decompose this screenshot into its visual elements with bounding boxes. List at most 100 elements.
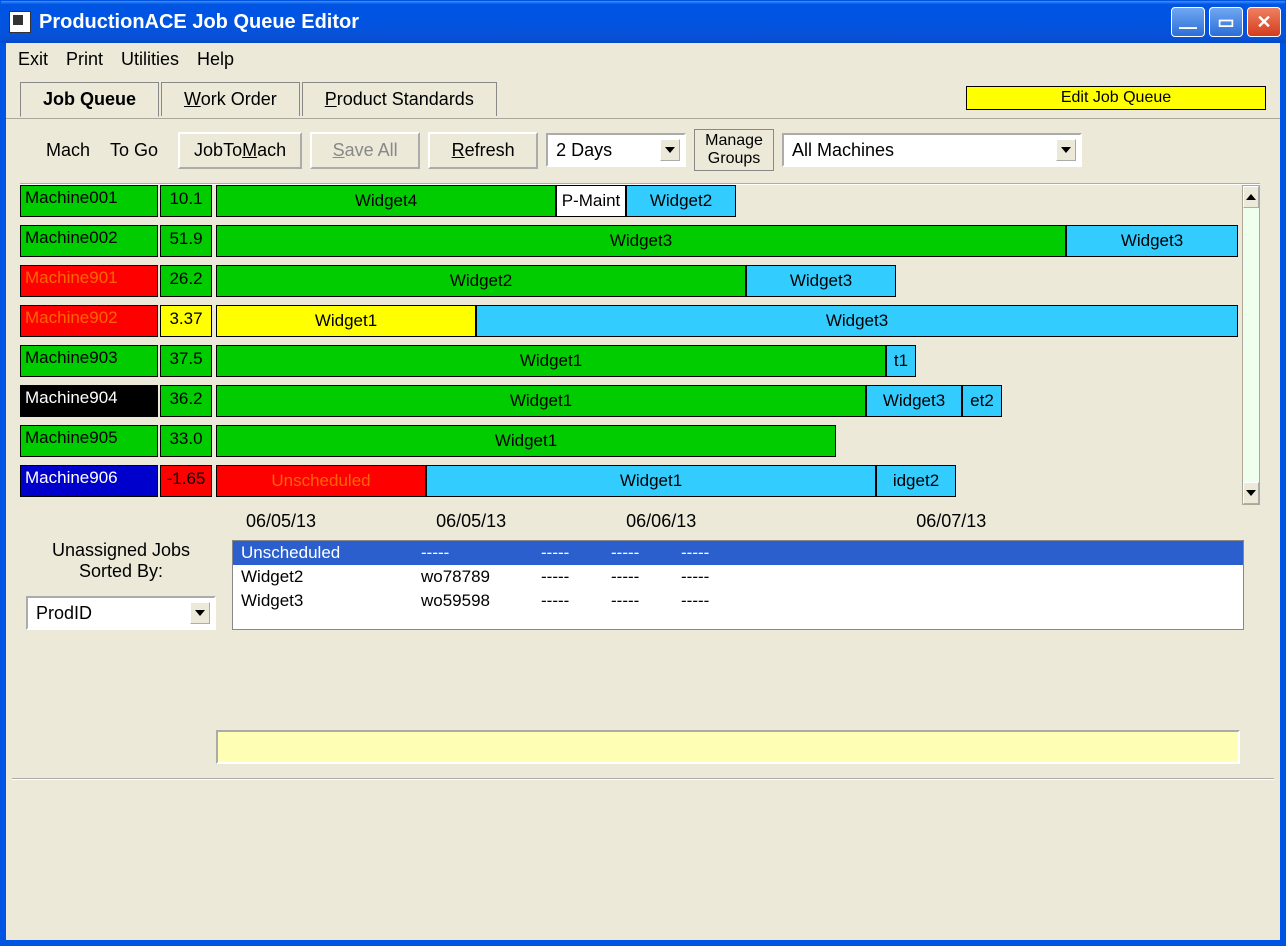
edit-job-queue-label: Edit Job Queue	[1061, 89, 1171, 106]
chevron-down-icon	[660, 139, 680, 161]
machine-cell[interactable]: Machine001	[20, 185, 158, 217]
saveall-button[interactable]: Save All	[310, 132, 420, 169]
gantt-row[interactable]: Machine90436.2Widget1Widget3et2	[20, 385, 1238, 417]
machine-cell[interactable]: Machine002	[20, 225, 158, 257]
menu-exit[interactable]: Exit	[18, 49, 48, 70]
minimize-button[interactable]: —	[1171, 7, 1205, 37]
date-range-select[interactable]: 2 Days	[546, 133, 686, 167]
table-cell: -----	[681, 591, 721, 611]
gantt-bar[interactable]: Widget1	[216, 345, 886, 377]
refresh-button[interactable]: Refresh	[428, 132, 538, 169]
machine-cell[interactable]: Machine906	[20, 465, 158, 497]
gantt-bar[interactable]: Widget1	[426, 465, 876, 497]
togo-cell: 36.2	[160, 385, 212, 417]
machine-cell[interactable]: Machine904	[20, 385, 158, 417]
gantt-bars: Widget1Widget3	[216, 305, 1238, 337]
menubar: Exit Print Utilities Help	[6, 43, 1280, 76]
table-cell: wo78789	[421, 567, 511, 587]
gantt-bar[interactable]: idget2	[876, 465, 956, 497]
date-tick: 06/06/13	[626, 511, 696, 532]
gantt-bars: Widget4P-MaintWidget2	[216, 185, 1238, 217]
gantt-bar[interactable]: t1	[886, 345, 916, 377]
date-range-value: 2 Days	[556, 140, 612, 161]
manage-groups-button[interactable]: Manage Groups	[694, 129, 774, 171]
gantt-bar[interactable]: Widget2	[216, 265, 746, 297]
mach-label: Mach	[46, 140, 90, 161]
gantt-bar[interactable]: Widget3	[1066, 225, 1238, 257]
gantt-row[interactable]: Machine00251.9Widget3Widget3	[20, 225, 1238, 257]
gantt-bars: UnscheduledWidget1idget2	[216, 465, 1238, 497]
gantt-row[interactable]: Machine00110.1Widget4P-MaintWidget2	[20, 185, 1238, 217]
tab-work-order-label: Work Order	[184, 89, 277, 109]
togo-cell: 51.9	[160, 225, 212, 257]
machine-cell[interactable]: Machine902	[20, 305, 158, 337]
togo-label: To Go	[110, 140, 158, 161]
chevron-down-icon	[190, 602, 210, 624]
gantt-bar[interactable]: Widget3	[216, 225, 1066, 257]
table-row[interactable]: Widget2wo78789---------------	[233, 565, 1243, 589]
sort-by-select[interactable]: ProdID	[26, 596, 216, 630]
menu-print[interactable]: Print	[66, 49, 103, 70]
gantt-bar[interactable]: Widget2	[626, 185, 736, 217]
tab-work-order[interactable]: Work Order	[161, 82, 300, 116]
maximize-button[interactable]: ▭	[1209, 7, 1243, 37]
unassigned-sort-box: Unassigned Jobs Sorted By: ProdID	[26, 540, 216, 630]
machine-cell[interactable]: Machine901	[20, 265, 158, 297]
vertical-scrollbar[interactable]	[1242, 185, 1260, 505]
machine-cell[interactable]: Machine903	[20, 345, 158, 377]
togo-cell: -1.65	[160, 465, 212, 497]
table-cell: -----	[681, 543, 721, 563]
gantt-bar[interactable]: Widget1	[216, 425, 836, 457]
machines-filter-value: All Machines	[792, 140, 894, 161]
scroll-down-icon[interactable]	[1243, 482, 1259, 504]
unassigned-heading-2: Sorted By:	[26, 561, 216, 582]
table-row[interactable]: Unscheduled--------------------	[233, 541, 1243, 565]
unassigned-jobs-table[interactable]: Unscheduled--------------------Widget2wo…	[232, 540, 1244, 630]
table-cell: -----	[541, 543, 581, 563]
jobtomach-button[interactable]: JobToMach	[178, 132, 302, 169]
gantt-bar[interactable]: Widget1	[216, 385, 866, 417]
close-button[interactable]: ✕	[1247, 7, 1281, 37]
date-tick: 06/05/13	[436, 511, 506, 532]
togo-cell: 26.2	[160, 265, 212, 297]
gantt-bar[interactable]: et2	[962, 385, 1002, 417]
table-cell: -----	[611, 567, 651, 587]
gantt-bar[interactable]: Widget3	[476, 305, 1238, 337]
gantt-area: Machine00110.1Widget4P-MaintWidget2Machi…	[20, 183, 1260, 505]
tab-product-standards[interactable]: Product Standards	[302, 82, 497, 116]
machine-cell[interactable]: Machine905	[20, 425, 158, 457]
date-tick: 06/05/13	[246, 511, 316, 532]
window-buttons: — ▭ ✕	[1171, 7, 1281, 37]
gantt-bar[interactable]: Widget3	[866, 385, 962, 417]
bottom-separator	[12, 778, 1274, 784]
togo-cell: 37.5	[160, 345, 212, 377]
gantt-bars: Widget1t1	[216, 345, 1238, 377]
gantt-bars: Widget1	[216, 425, 1238, 457]
menu-help[interactable]: Help	[197, 49, 234, 70]
gantt-bar[interactable]: Unscheduled	[216, 465, 426, 497]
manage-groups-l1: Manage	[705, 132, 763, 150]
table-cell: -----	[611, 591, 651, 611]
gantt-row[interactable]: Machine90126.2Widget2Widget3	[20, 265, 1238, 297]
client-area: Exit Print Utilities Help Job Queue Work…	[1, 43, 1285, 945]
gantt-row[interactable]: Machine9023.37Widget1Widget3	[20, 305, 1238, 337]
lower-panel: Unassigned Jobs Sorted By: ProdID Unsche…	[6, 540, 1280, 630]
scroll-up-icon[interactable]	[1243, 186, 1259, 208]
window-title: ProductionACE Job Queue Editor	[39, 11, 359, 34]
tab-job-queue[interactable]: Job Queue	[20, 82, 159, 117]
gantt-bar[interactable]: Widget4	[216, 185, 556, 217]
gantt-bar[interactable]: Widget3	[746, 265, 896, 297]
date-tick: 06/07/13	[916, 511, 986, 532]
menu-utilities[interactable]: Utilities	[121, 49, 179, 70]
titlebar[interactable]: ProductionACE Job Queue Editor — ▭ ✕	[1, 1, 1285, 43]
table-cell: -----	[541, 591, 581, 611]
gantt-bar[interactable]: P-Maint	[556, 185, 626, 217]
gantt-bar[interactable]: Widget1	[216, 305, 476, 337]
gantt-row[interactable]: Machine906-1.65UnscheduledWidget1idget2	[20, 465, 1238, 497]
gantt-row[interactable]: Machine90533.0Widget1	[20, 425, 1238, 457]
chevron-down-icon	[1056, 139, 1076, 161]
table-row[interactable]: Widget3wo59598---------------	[233, 589, 1243, 613]
machines-filter-select[interactable]: All Machines	[782, 133, 1082, 167]
gantt-row[interactable]: Machine90337.5Widget1t1	[20, 345, 1238, 377]
scroll-track[interactable]	[1243, 208, 1259, 482]
